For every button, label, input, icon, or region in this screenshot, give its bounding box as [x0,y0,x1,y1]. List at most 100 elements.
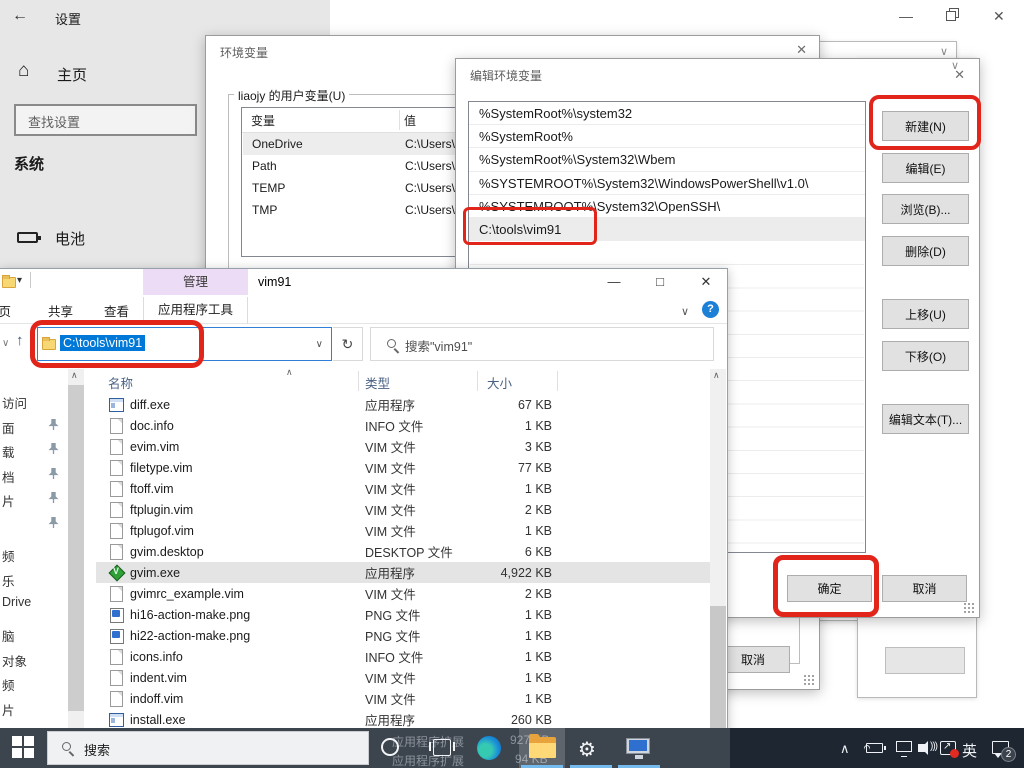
file-row[interactable]: hi22-action-make.png PNG 文件 1 KB [96,625,712,646]
start-button[interactable] [12,736,36,760]
edit-button[interactable]: 编辑(E) [882,153,969,183]
settings-search-placeholder: 查找设置 [28,115,81,130]
ime-language-indicator[interactable]: 英 [962,740,977,761]
file-type-icon [108,502,124,518]
scroll-up-icon[interactable]: ∧ [71,370,78,381]
scrollbar-thumb[interactable] [710,606,726,739]
ribbon-tab-share[interactable]: 共享 [48,301,73,320]
up-arrow-icon[interactable]: ↑ [16,332,24,349]
file-explorer-taskbar-icon[interactable] [529,734,556,758]
ribbon-tab-home[interactable]: 主页 [0,301,11,320]
file-row[interactable]: ftplugin.vim VIM 文件 2 KB [96,499,712,520]
pin-icon [48,516,59,528]
file-type-icon [108,586,124,602]
battery-icon [17,232,41,243]
cancel-button[interactable]: 取消 [882,575,967,602]
move-up-button[interactable]: 上移(U) [882,299,969,329]
edit-dialog-title: 编辑环境变量 [470,69,543,83]
taskbar-search-input[interactable]: 搜索 [47,731,369,765]
settings-nav-home[interactable]: 主页 [57,64,87,85]
file-type-icon [108,670,124,686]
path-entry-row[interactable]: %SystemRoot%\system32 [469,102,865,126]
battery-tray-icon[interactable] [866,743,886,753]
file-list-scrollbar[interactable]: ∧ [710,369,726,768]
pin-icon [48,418,59,430]
file-row[interactable]: ftoff.vim VIM 文件 1 KB [96,478,712,499]
notification-badge: 2 [1001,747,1016,762]
volume-tray-icon[interactable] [918,741,937,755]
explorer-titlebar: ▾ 管理 vim91 — □ ✕ [0,269,727,297]
search-icon [387,339,396,348]
file-row[interactable]: ftplugof.vim VIM 文件 1 KB [96,520,712,541]
file-row[interactable]: diff.exe 应用程序 67 KB [96,394,712,415]
home-icon: ⌂ [18,60,30,81]
file-type-icon [108,397,124,412]
help-icon[interactable]: ? [702,301,719,318]
annotation-box-address-bar [30,320,204,368]
resize-grip[interactable] [963,602,974,613]
ribbon-tab-manage[interactable]: 管理 [143,269,248,295]
path-entry-row[interactable]: %SYSTEMROOT%\System32\WindowsPowerShell\… [469,172,865,195]
path-entry-row[interactable]: %SystemRoot%\System32\Wbem [469,148,865,172]
file-row[interactable]: doc.info INFO 文件 1 KB [96,415,712,436]
hidden-icons-chevron[interactable]: ∧ [840,741,850,757]
system-properties-taskbar-icon[interactable] [626,738,650,759]
scrollbar-thumb[interactable] [68,385,84,711]
path-entry-row[interactable]: %SystemRoot% [469,125,865,149]
file-row[interactable]: filetype.vim VIM 文件 77 KB [96,457,712,478]
move-down-button[interactable]: 下移(O) [882,341,969,371]
column-size[interactable]: 大小 [487,373,512,392]
sidebar-scrollbar[interactable]: ∧ [68,369,84,729]
ribbon-tab-view[interactable]: 查看 [104,301,129,320]
sort-ascending-icon: ∧ [286,367,293,377]
edge-browser-icon[interactable] [477,736,501,760]
column-divider[interactable] [358,371,359,391]
base-minimize-button[interactable]: — [899,8,913,24]
file-type-icon [108,649,124,665]
network-tray-icon[interactable] [896,741,912,757]
collapse-ribbon-icon[interactable]: ∨ [681,305,689,318]
column-divider[interactable] [557,371,558,391]
explorer-close-button[interactable]: ✕ [686,269,726,297]
annotation-box-new-button [869,95,981,150]
column-type[interactable]: 类型 [365,373,390,392]
refresh-button[interactable]: ↻ [333,327,363,361]
file-row[interactable]: evim.vim VIM 文件 3 KB [96,436,712,457]
env-close-icon[interactable]: ✕ [796,42,807,58]
file-list-header: 名称 ∧ 类型 大小 [96,367,712,393]
browse-button[interactable]: 浏览(B)... [882,194,969,224]
back-arrow-icon[interactable]: ← [12,7,28,25]
nav-chevron-icon[interactable]: ∨ [2,338,9,349]
file-type-icon [108,481,124,497]
file-row[interactable]: hi16-action-make.png PNG 文件 1 KB [96,604,712,625]
address-dropdown-icon[interactable]: ∨ [316,339,323,350]
settings-gear-icon[interactable]: ⚙ [578,737,596,762]
file-row[interactable]: install.exe 应用程序 260 KB [96,709,712,730]
file-type-icon [108,712,124,727]
column-divider[interactable] [477,371,478,391]
settings-search-input[interactable]: 查找设置 [14,104,197,136]
settings-nav-battery[interactable]: 电池 [55,228,85,249]
file-row[interactable]: gvim.desktop DESKTOP 文件 6 KB [96,541,712,562]
file-row[interactable]: gvimrc_example.vim VIM 文件 2 KB [96,583,712,604]
file-row[interactable]: gvim.exe 应用程序 4,922 KB [96,562,712,583]
task-view-icon[interactable] [429,739,455,756]
scroll-up-icon[interactable]: ∧ [713,370,720,381]
cortana-icon[interactable] [381,738,399,756]
resize-grip[interactable] [803,674,814,685]
file-row[interactable]: indoff.vim VIM 文件 1 KB [96,688,712,709]
taskbar-search-placeholder: 搜索 [84,743,111,758]
screen-capture-tray-icon[interactable] [940,741,959,758]
file-type-icon [108,607,124,623]
explorer-search-input[interactable]: 搜索"vim91" [370,327,714,361]
column-name[interactable]: 名称 [108,373,133,392]
delete-button[interactable]: 删除(D) [882,236,969,266]
file-row[interactable]: indent.vim VIM 文件 1 KB [96,667,712,688]
explorer-maximize-button[interactable]: □ [640,269,680,297]
quick-access-toolbar-dropdown-icon[interactable]: ▾ [17,275,22,286]
file-type-icon [108,691,124,707]
file-row[interactable]: icons.info INFO 文件 1 KB [96,646,712,667]
explorer-minimize-button[interactable]: — [594,269,634,297]
edit-text-button[interactable]: 编辑文本(T)... [882,404,969,434]
base-close-button[interactable]: ✕ [993,8,1005,25]
